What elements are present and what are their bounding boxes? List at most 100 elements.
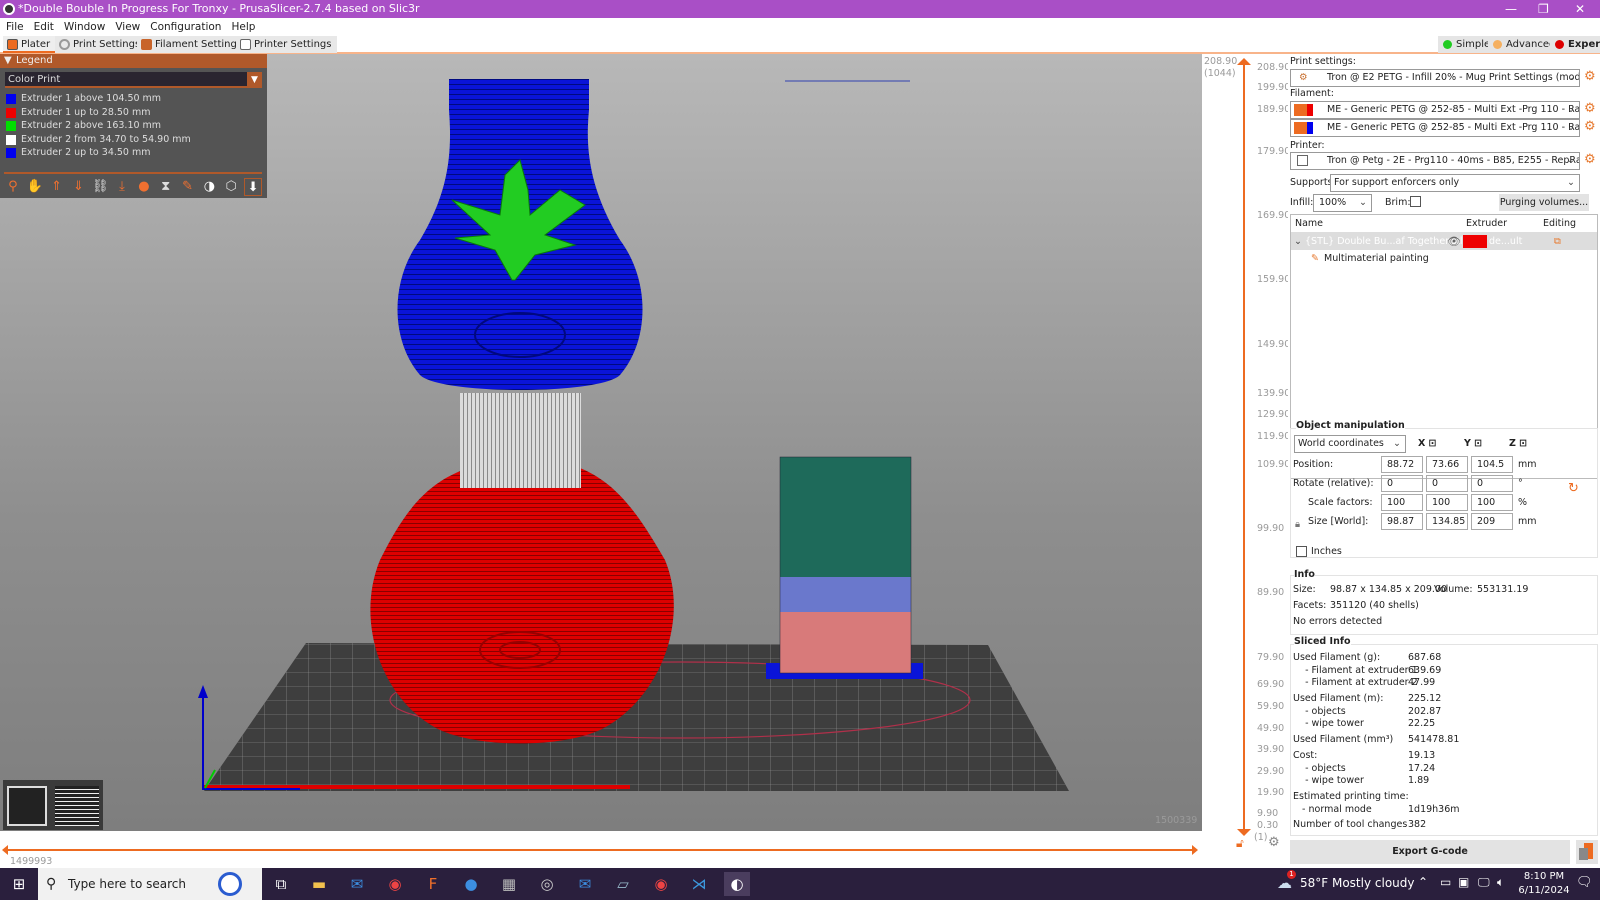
reset-rotation-icon[interactable]: ↻ <box>1568 481 1579 496</box>
tab-printer-settings[interactable]: Printer Settings <box>236 36 338 53</box>
chrome-profile-icon[interactable]: ◉ <box>648 872 674 896</box>
manip-field-y[interactable]: 73.66 <box>1426 456 1468 473</box>
menu-help[interactable]: Help <box>231 21 255 33</box>
color-changes-icon[interactable]: ● <box>135 178 153 196</box>
custom-gcode-icon[interactable]: ✎ <box>179 178 197 196</box>
coordinates-combo[interactable]: World coordinates ⌄ <box>1294 435 1406 453</box>
purging-volumes-button[interactable]: Purging volumes... <box>1499 194 1589 211</box>
layer-slider[interactable]: 208.90 (1044) (1) 208.90 199.90 189.90 179.… <box>1182 54 1290 852</box>
column-name[interactable]: Name <box>1295 215 1323 233</box>
column-editing[interactable]: Editing <box>1543 215 1576 233</box>
manip-field-z[interactable]: 104.5 <box>1471 456 1513 473</box>
tab-filament-settings[interactable]: Filament Settings <box>137 36 249 53</box>
object-row[interactable]: ⌄ {STL} Double Bu...af Together.stl 👁︎ d… <box>1291 233 1597 250</box>
minimize-button[interactable]: — <box>1505 0 1517 18</box>
send-to-sd-button[interactable] <box>1576 840 1598 864</box>
search-box[interactable]: ⚲ Type here to search <box>38 868 262 900</box>
notifications-icon[interactable]: 🗨︎ <box>1576 875 1593 890</box>
menu-edit[interactable]: Edit <box>34 21 54 33</box>
prusaslicer-taskbar-icon[interactable]: ◐ <box>724 872 750 896</box>
tab-plater[interactable]: Plater <box>3 36 57 53</box>
restore-button[interactable]: ❐ <box>1538 0 1549 18</box>
network-icon[interactable]: 🖵︎ <box>1478 875 1490 890</box>
chrome-icon[interactable]: ◉ <box>382 872 408 896</box>
tool-changes-icon[interactable]: ⤓ <box>113 178 131 196</box>
manip-field-z[interactable]: 209 <box>1471 513 1513 530</box>
manip-field-z[interactable]: 0 <box>1471 475 1513 492</box>
task-view-icon[interactable]: ⧉ <box>268 872 294 896</box>
manip-field-x[interactable]: 100 <box>1381 494 1423 511</box>
manip-field-x[interactable]: 88.72 <box>1381 456 1423 473</box>
unlock-icon[interactable]: 🔓︎ <box>1236 836 1244 851</box>
filament-combo-2[interactable]: ME - Generic PETG @ 252-85 - Multi Ext -… <box>1290 119 1580 137</box>
right-thumb[interactable] <box>1192 845 1198 855</box>
fusion-icon[interactable]: F <box>420 872 446 896</box>
upper-thumb[interactable] <box>1237 58 1251 65</box>
mode-expert-button[interactable]: Expert <box>1550 36 1600 53</box>
infill-combo[interactable]: 100% ⌄ <box>1313 194 1372 212</box>
manip-field-y[interactable]: 134.85 <box>1426 513 1468 530</box>
manip-field-y[interactable]: 0 <box>1426 475 1468 492</box>
filament-combo-1[interactable]: ME - Generic PETG @ 252-85 - Multi Ext -… <box>1290 101 1580 119</box>
multimaterial-row[interactable]: ✎ Multimaterial painting <box>1291 250 1597 267</box>
volume-icon[interactable]: 🔈︎ <box>1497 875 1504 890</box>
3d-view-cube-icon[interactable] <box>7 786 47 826</box>
manip-field-x[interactable]: 0 <box>1381 475 1423 492</box>
column-extruder[interactable]: Extruder <box>1466 215 1507 233</box>
shells-icon[interactable]: ⬡ <box>222 178 240 196</box>
legend-header[interactable]: ▼ Legend <box>0 54 267 68</box>
extruder-value[interactable]: de...ult <box>1489 233 1522 250</box>
inches-checkbox[interactable] <box>1296 546 1307 557</box>
file-explorer-icon[interactable]: ▬ <box>306 872 332 896</box>
settings-gear-icon[interactable]: ⚙ <box>1268 835 1280 850</box>
wipe-icon[interactable]: ✋ <box>26 178 44 196</box>
view-type-select[interactable]: Color Print ▼ <box>5 72 262 88</box>
printer-gear-icon[interactable]: ⚙ <box>1584 152 1596 167</box>
deretractions-icon[interactable]: ⇓ <box>69 178 87 196</box>
menu-file[interactable]: File <box>6 21 24 33</box>
retractions-icon[interactable]: ⇑ <box>48 178 66 196</box>
preview-layers-icon[interactable] <box>55 786 99 826</box>
seams-icon[interactable]: ⛓ <box>91 178 109 196</box>
export-gcode-button[interactable]: Export G-code <box>1290 840 1570 864</box>
menu-view[interactable]: View <box>115 21 140 33</box>
tray-app-icon[interactable]: ▣ <box>1458 875 1469 889</box>
notepad-icon[interactable]: ▱ <box>610 872 636 896</box>
brim-checkbox[interactable] <box>1410 196 1421 207</box>
camera-icon[interactable]: ◎ <box>534 872 560 896</box>
calculator-icon[interactable]: ▦ <box>496 872 522 896</box>
filament-1-gear-icon[interactable]: ⚙ <box>1584 101 1596 116</box>
filament-2-gear-icon[interactable]: ⚙ <box>1584 119 1596 134</box>
lock-icon[interactable]: 🔒︎ <box>1295 519 1300 530</box>
supports-combo[interactable]: For support enforcers only ⌄ <box>1330 174 1580 192</box>
eye-icon[interactable]: 👁︎ <box>1447 233 1461 250</box>
manip-field-z[interactable]: 100 <box>1471 494 1513 511</box>
mode-simple-button[interactable]: Simple <box>1438 36 1496 53</box>
close-button[interactable]: ✕ <box>1575 0 1585 18</box>
manip-field-y[interactable]: 100 <box>1426 494 1468 511</box>
tray-chevron-icon[interactable]: ⌃ <box>1418 875 1428 889</box>
outlook-icon[interactable]: ✉ <box>572 872 598 896</box>
clock-date[interactable]: 6/11/2024 <box>1518 885 1570 896</box>
menu-window[interactable]: Window <box>64 21 105 33</box>
edit-icon[interactable]: ⧉ <box>1554 233 1561 250</box>
print-settings-gear-icon[interactable]: ⚙ <box>1584 69 1596 84</box>
manip-field-x[interactable]: 98.87 <box>1381 513 1423 530</box>
printer-combo[interactable]: Tron @ Petg - 2E - Prg110 - 40ms - B85, … <box>1290 152 1580 170</box>
travel-icon[interactable]: ⚲ <box>4 178 22 196</box>
clock-time[interactable]: 8:10 PM <box>1520 871 1568 882</box>
meet-icon[interactable]: ▭ <box>1440 875 1451 889</box>
tool-marker-icon[interactable]: ⬇ <box>244 178 262 196</box>
weather-text[interactable]: 58°F Mostly cloudy <box>1300 876 1415 890</box>
print-settings-combo[interactable]: ⚙ Tron @ E2 PETG - Infill 20% - Mug Print… <box>1290 69 1580 87</box>
tab-print-settings[interactable]: Print Settings <box>55 36 147 53</box>
left-thumb[interactable] <box>2 845 8 855</box>
menu-configuration[interactable]: Configuration <box>150 21 221 33</box>
mail-icon[interactable]: ✉ <box>344 872 370 896</box>
expand-chevron-icon[interactable]: ⌄ <box>1294 233 1302 250</box>
pause-icon[interactable]: ⧗ <box>157 178 175 196</box>
lower-thumb[interactable] <box>1237 829 1251 836</box>
thunderbird-icon[interactable]: ● <box>458 872 484 896</box>
move-slider[interactable]: 1499993 1500339 <box>0 815 1202 868</box>
vscode-icon[interactable]: ⋊ <box>686 872 712 896</box>
